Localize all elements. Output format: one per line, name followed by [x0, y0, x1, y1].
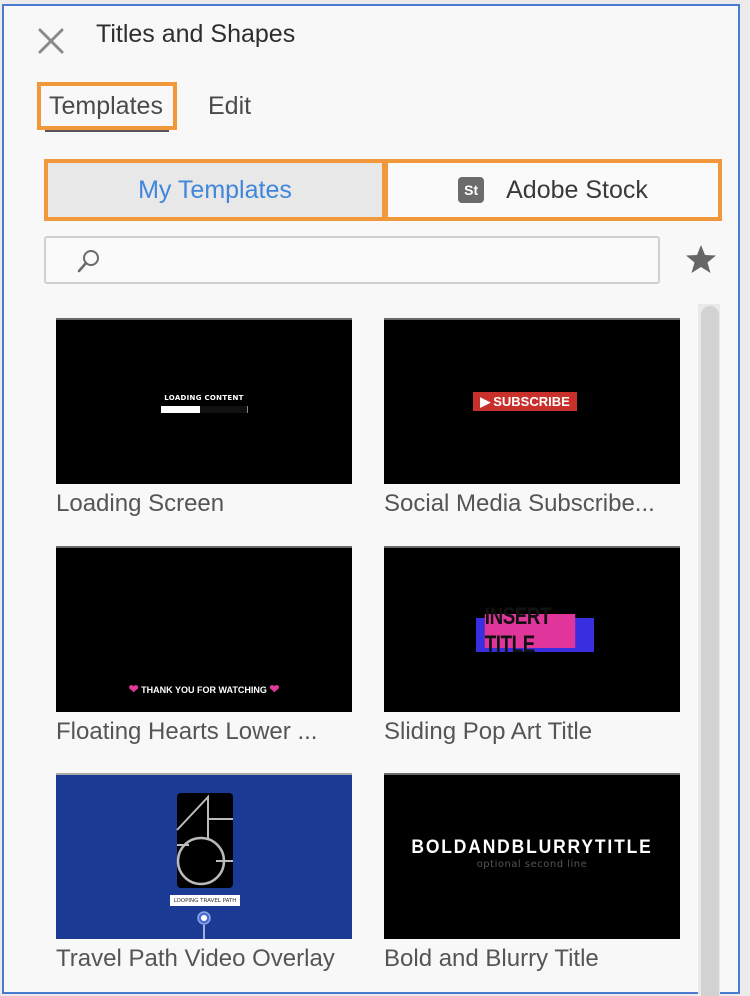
preview-text: INSERT TITLE	[484, 603, 576, 658]
template-thumbnail: ❤ THANK YOU FOR WATCHING ❤	[56, 546, 352, 712]
template-label: Social Media Subscribe...	[384, 490, 655, 517]
travel-path-graphic	[176, 793, 233, 939]
preview-text: THANK YOU FOR WATCHING	[141, 685, 267, 695]
preview-text: LOOPING TRAVEL PATH	[170, 895, 240, 906]
my-templates-button[interactable]: My Templates	[44, 159, 386, 221]
template-thumbnail: INSERT TITLE	[384, 546, 680, 712]
template-thumbnail: BOLDANDBLURRYTITLE optional second line	[384, 773, 680, 939]
preview-text: BOLDANDBLURRYTITLE	[411, 837, 653, 858]
template-card-floating-hearts[interactable]: ❤ THANK YOU FOR WATCHING ❤ Floating Hear…	[56, 546, 352, 746]
template-label: Loading Screen	[56, 490, 225, 517]
template-thumbnail: LOOPING TRAVEL PATH	[56, 773, 352, 939]
my-templates-label: My Templates	[138, 175, 292, 204]
tab-templates[interactable]: Templates	[37, 82, 177, 132]
template-card-travel-path[interactable]: LOOPING TRAVEL PATH Travel Path Video Ov…	[56, 773, 352, 973]
preview-subtext: optional second line	[476, 859, 588, 870]
template-thumbnail: ▶ SUBSCRIBE	[384, 318, 680, 484]
template-card-loading-screen[interactable]: LOADING CONTENT Loading Screen	[56, 318, 352, 518]
scrollbar-thumb[interactable]	[701, 306, 719, 996]
adobe-stock-label: Adobe Stock	[506, 175, 648, 204]
star-icon[interactable]	[684, 242, 718, 276]
adobe-stock-button[interactable]: St Adobe Stock	[384, 159, 722, 221]
heart-icon: ❤	[128, 682, 139, 696]
template-label: Travel Path Video Overlay	[56, 945, 335, 972]
panel-title: Titles and Shapes	[96, 20, 296, 48]
heart-icon: ❤	[269, 682, 280, 696]
preview-thanks: ❤ THANK YOU FOR WATCHING ❤	[56, 682, 352, 696]
template-label: Bold and Blurry Title	[384, 945, 599, 972]
preview-progress-bar	[161, 406, 248, 413]
template-label: Sliding Pop Art Title	[384, 718, 593, 745]
template-label: Floating Hearts Lower ...	[56, 718, 318, 745]
template-card-sliding-pop-art[interactable]: INSERT TITLE Sliding Pop Art Title	[384, 546, 680, 746]
template-card-bold-blurry[interactable]: BOLDANDBLURRYTITLE optional second line …	[384, 773, 680, 973]
template-thumbnail: LOADING CONTENT	[56, 318, 352, 484]
preview-text: SUBSCRIBE	[493, 394, 570, 409]
close-icon[interactable]	[36, 26, 66, 56]
search-box[interactable]	[44, 236, 660, 284]
preview-text: LOADING CONTENT	[164, 394, 244, 402]
search-icon	[77, 250, 99, 273]
tab-edit[interactable]: Edit	[208, 86, 251, 126]
template-card-social-subscribe[interactable]: ▶ SUBSCRIBE Social Media Subscribe...	[384, 318, 680, 518]
adobe-stock-icon: St	[458, 177, 485, 203]
search-input[interactable]	[110, 244, 644, 278]
preview-subscribe-button: ▶ SUBSCRIBE	[473, 392, 577, 411]
play-icon: ▶	[480, 393, 491, 409]
